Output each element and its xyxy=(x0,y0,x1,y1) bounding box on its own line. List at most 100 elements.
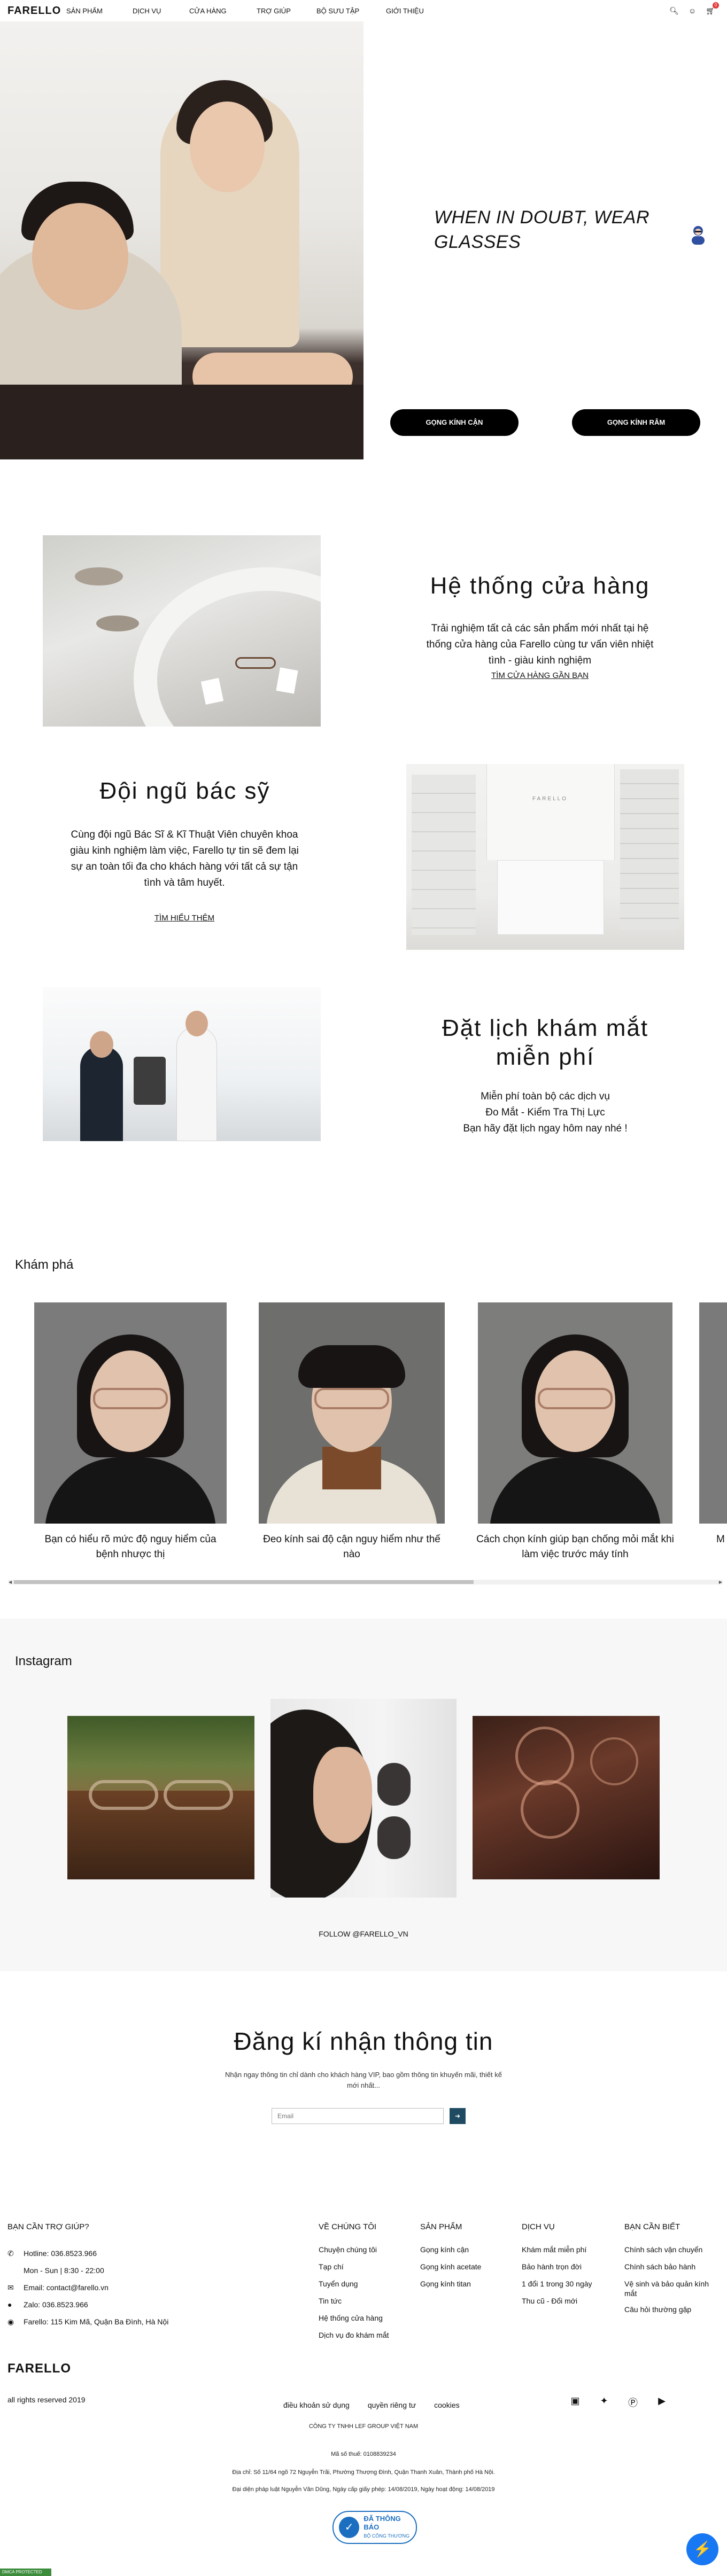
copyright-text: all rights reserved 2019 xyxy=(7,2395,86,2404)
main-nav: SẢN PHẨM DỊCH VỤ CỬA HÀNG TRỢ GIÚP BỘ SƯ… xyxy=(66,7,424,15)
newsletter-title: Đăng kí nhận thông tin xyxy=(234,2027,493,2055)
scrollbar-thumb[interactable] xyxy=(14,1580,474,1584)
footer-link[interactable]: Gọng kính acetate xyxy=(420,2262,522,2279)
article-card-image[interactable] xyxy=(34,1302,227,1524)
ministry-registered-badge[interactable]: ✓ ĐÃ THÔNG BÁO BỘ CÔNG THƯƠNG xyxy=(332,2511,417,2544)
privacy-link[interactable]: quyền riêng tư xyxy=(368,2401,416,2409)
footer-help-item[interactable]: ✉ Email: contact@farello.vn xyxy=(7,2279,168,2296)
footer-col-title: VỀ CHÚNG TÔI xyxy=(319,2222,377,2231)
instagram-title: Instagram xyxy=(15,1654,72,1668)
footer-help-item[interactable]: ✆ Hotline: 036.8523.966 xyxy=(7,2245,168,2262)
mail-icon: ✉ xyxy=(7,2283,14,2292)
shop-optical-frames-button[interactable]: GỌNG KÍNH CẬN xyxy=(390,409,519,436)
hero-image xyxy=(0,21,364,459)
footer-link[interactable]: Chuyện chúng tôi xyxy=(319,2245,420,2262)
nav-item-stores[interactable]: CỬA HÀNG xyxy=(189,7,257,15)
clinic-reception-image: FARELLO xyxy=(406,764,684,950)
footer-help-item[interactable]: ◉ Farello: 115 Kim Mã, Quận Ba Đình, Hà N… xyxy=(7,2313,168,2330)
cart-icon[interactable]: 🛒︎ 0 xyxy=(706,2,719,15)
scroll-right-icon[interactable]: ▶ xyxy=(719,1580,722,1584)
booking-title-line2: miễn phí xyxy=(496,1044,595,1070)
footer-services-list: Khám mắt miễn phí Bảo hành trọn đời 1 đổ… xyxy=(522,2245,623,2313)
terms-link[interactable]: điều khoản sử dụng xyxy=(283,2401,350,2409)
footer-logo[interactable]: FARELLO xyxy=(7,2361,71,2376)
social-links: ▣ ✦ Ⓟ ▶ xyxy=(570,2395,667,2409)
hero-tagline: WHEN IN DOUBT, WEAR GLASSES xyxy=(434,205,659,254)
assistant-avatar-icon[interactable] xyxy=(686,223,710,247)
article-card-caption[interactable]: M xyxy=(716,1532,727,1547)
youtube-icon[interactable]: ▶ xyxy=(656,2395,667,2409)
carousel-scrollbar[interactable]: ◀ ▶ xyxy=(9,1580,723,1584)
cookies-link[interactable]: cookies xyxy=(434,2401,459,2409)
footer-link[interactable]: Câu hỏi thường gặp xyxy=(624,2305,715,2322)
learn-more-link[interactable]: TÌM HIỂU THÊM xyxy=(64,914,305,923)
phone-icon: ✆ xyxy=(7,2249,14,2258)
footer-help-item: ✆Mon - Sun | 8:30 - 22:00 xyxy=(24,2266,104,2275)
article-card-caption[interactable]: Cách chọn kính giúp bạn chống mỏi mắt kh… xyxy=(468,1532,682,1562)
location-icon: ◉ xyxy=(7,2317,14,2326)
footer-link[interactable]: Gọng kính titan xyxy=(420,2279,522,2296)
footer-link[interactable]: Tin tức xyxy=(319,2296,420,2313)
footer-link[interactable]: Dịch vụ đo khám mắt xyxy=(319,2330,420,2347)
pinterest-icon[interactable]: Ⓟ xyxy=(628,2395,638,2409)
instagram-photo[interactable] xyxy=(67,1716,254,1879)
article-card-image[interactable] xyxy=(259,1302,445,1524)
nav-item-help[interactable]: TRỢ GIÚP xyxy=(257,7,316,15)
instagram-follow-link[interactable]: FOLLOW @FARELLO_VN xyxy=(0,1930,727,1938)
hero-tagline-line1: WHEN IN DOUBT, WEAR xyxy=(434,207,650,228)
store-text: Trải nghiệm tất cả các sản phẩm mới nhất… xyxy=(426,623,654,666)
booking-title-line1: Đặt lịch khám mắt xyxy=(442,1015,649,1041)
footer-help-title: BẠN CẦN TRỢ GIÚP? xyxy=(7,2222,89,2231)
article-card-image[interactable] xyxy=(699,1302,727,1524)
find-store-link[interactable]: TÌM CỬA HÀNG GẦN BẠN xyxy=(422,671,658,680)
nav-item-services[interactable]: DỊCH VỤ xyxy=(133,7,189,15)
company-name: CÔNG TY TNHH LEF GROUP VIỆT NAM xyxy=(308,2423,419,2430)
footer-link[interactable]: Gọng kính cận xyxy=(420,2245,522,2262)
newsletter-submit-button[interactable]: ➜ xyxy=(450,2108,466,2124)
footer-col-title: BẠN CẦN BIẾT xyxy=(624,2222,680,2231)
footer-link[interactable]: Tuyển dụng xyxy=(319,2279,420,2296)
messenger-chat-icon[interactable]: ⚡ xyxy=(686,2533,718,2565)
arrow-right-icon: ➜ xyxy=(454,2112,461,2120)
nav-item-about[interactable]: GIỚI THIỆU xyxy=(386,7,424,15)
booking-text: Miễn phí toàn bộ các dịch vụ Đo Mắt - Ki… xyxy=(422,1089,668,1137)
site-logo[interactable]: FARELLO xyxy=(7,5,66,17)
footer-link[interactable]: Tạp chí xyxy=(319,2262,420,2279)
newsletter-email-input[interactable] xyxy=(272,2108,444,2124)
facebook-icon[interactable]: ▣ xyxy=(570,2395,581,2409)
footer-about-list: Chuyện chúng tôi Tạp chí Tuyển dụng Tin … xyxy=(319,2245,420,2347)
eye-exam-image xyxy=(43,987,321,1141)
footer-help-item[interactable]: ● Zalo: 036.8523.966 xyxy=(7,2296,168,2313)
footer-link[interactable]: Vệ sinh và bảo quản kính mắt xyxy=(624,2279,715,2305)
dmca-badge[interactable]: DMCA PROTECTED xyxy=(0,2569,51,2576)
instagram-photo[interactable] xyxy=(473,1716,660,1879)
booking-line2: Đo Mắt - Kiểm Tra Thị Lực xyxy=(485,1107,605,1118)
instagram-photo[interactable] xyxy=(270,1699,457,1898)
explore-title: Khám phá xyxy=(15,1258,74,1272)
bct-title: ĐÃ THÔNG BÁO xyxy=(364,2515,401,2531)
twitter-icon[interactable]: ✦ xyxy=(599,2395,609,2409)
cart-count-badge: 0 xyxy=(713,2,719,9)
footer-products-list: Gọng kính cận Gọng kính acetate Gọng kín… xyxy=(420,2245,522,2296)
footer-link[interactable]: Khám mắt miễn phí xyxy=(522,2245,623,2262)
footer-link[interactable]: Thu cũ - Đổi mới xyxy=(522,2296,623,2313)
article-card-image[interactable] xyxy=(478,1302,672,1524)
footer-link[interactable]: Chính sách bảo hành xyxy=(624,2262,715,2279)
nav-item-products[interactable]: SẢN PHẨM xyxy=(66,7,133,15)
shop-sunglasses-button[interactable]: GỌNG KÍNH RÂM xyxy=(572,409,700,436)
article-card-caption[interactable]: Bạn có hiểu rõ mức độ nguy hiểm của bệnh… xyxy=(34,1532,227,1562)
footer-link[interactable]: 1 đổi 1 trong 30 ngày xyxy=(522,2279,623,2296)
booking-line3: Bạn hãy đặt lịch ngay hôm nay nhé ! xyxy=(463,1123,628,1134)
footer-col-title: SẢN PHẨM xyxy=(420,2222,462,2231)
article-card-caption[interactable]: Đeo kính sai độ cận nguy hiểm như thế nà… xyxy=(259,1532,445,1562)
footer-link[interactable]: Chính sách vận chuyển xyxy=(624,2245,715,2262)
footer-link[interactable]: Bảo hành trọn đời xyxy=(522,2262,623,2279)
doctor-text: Cùng đội ngũ Bác Sĩ & Kĩ Thuật Viên chuy… xyxy=(70,829,299,888)
company-address: Địa chỉ: Số 11/64 ngõ 72 Nguyễn Trãi, Ph… xyxy=(232,2469,495,2476)
search-icon[interactable]: 🔍︎ xyxy=(669,6,679,15)
nav-item-collections[interactable]: BỘ SƯU TẬP xyxy=(316,7,386,15)
scroll-left-icon[interactable]: ◀ xyxy=(9,1580,12,1584)
footer-link[interactable]: Hệ thống cửa hàng xyxy=(319,2313,420,2330)
company-license: Đại diện pháp luật Nguyễn Văn Dũng, Ngày… xyxy=(232,2486,495,2493)
user-icon[interactable]: ☺ xyxy=(689,6,696,15)
